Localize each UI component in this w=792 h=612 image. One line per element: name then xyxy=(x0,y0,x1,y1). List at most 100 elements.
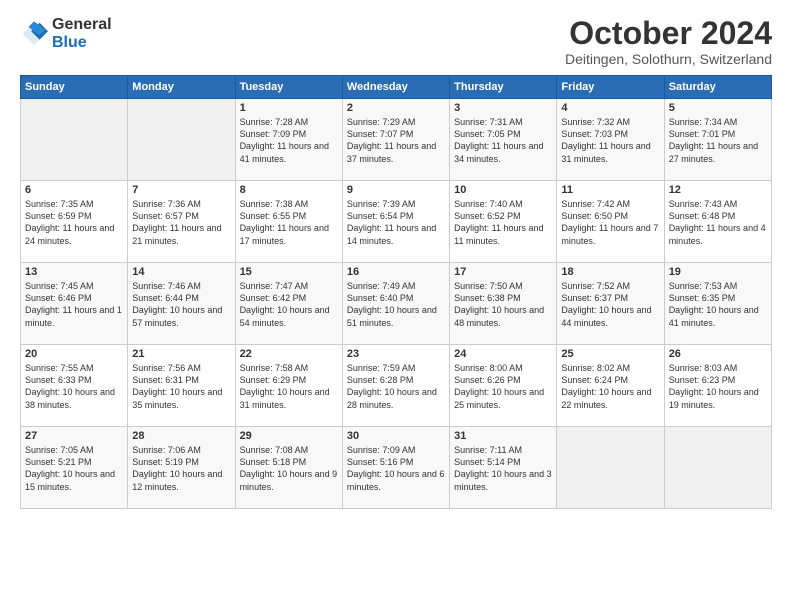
day-info: Sunrise: 7:09 AM Sunset: 5:16 PM Dayligh… xyxy=(347,444,445,493)
day-info: Sunrise: 7:38 AM Sunset: 6:55 PM Dayligh… xyxy=(240,198,338,247)
month-title: October 2024 xyxy=(565,16,772,51)
calendar-cell xyxy=(664,427,771,509)
day-number: 7 xyxy=(132,184,230,196)
day-info: Sunrise: 7:42 AM Sunset: 6:50 PM Dayligh… xyxy=(561,198,659,247)
col-sunday: Sunday xyxy=(21,76,128,99)
calendar-cell: 5Sunrise: 7:34 AM Sunset: 7:01 PM Daylig… xyxy=(664,99,771,181)
day-info: Sunrise: 7:45 AM Sunset: 6:46 PM Dayligh… xyxy=(25,280,123,329)
calendar-cell xyxy=(21,99,128,181)
week-row-1: 6 Sunrise: 7:35 AM Sunset: 6:59 PM Daylig… xyxy=(21,181,772,263)
header: General Blue October 2024 Deitingen, Sol… xyxy=(20,16,772,67)
day-info: Sunrise: 7:52 AM Sunset: 6:37 PM Dayligh… xyxy=(561,280,659,329)
day-number: 28 xyxy=(132,430,230,442)
day-number: 22 xyxy=(240,348,338,360)
day-number: 10 xyxy=(454,184,552,196)
day-info: Sunrise: 7:35 AM Sunset: 6:59 PM Dayligh… xyxy=(25,198,123,247)
day-info: Sunrise: 7:56 AM Sunset: 6:31 PM Dayligh… xyxy=(132,362,230,411)
calendar-cell: 31 Sunrise: 7:11 AM Sunset: 5:14 PM Dayli… xyxy=(450,427,557,509)
day-info: Sunrise: 7:31 AM Sunset: 7:05 PM Dayligh… xyxy=(454,116,552,165)
calendar-cell: 3 Sunrise: 7:31 AM Sunset: 7:05 PM Daylig… xyxy=(450,99,557,181)
week-row-3: 20 Sunrise: 7:55 AM Sunset: 6:33 PM Dayli… xyxy=(21,345,772,427)
calendar-cell: 9Sunrise: 7:39 AM Sunset: 6:54 PM Daylig… xyxy=(342,181,449,263)
day-info: Sunrise: 7:32 AM Sunset: 7:03 PM Dayligh… xyxy=(561,116,659,165)
calendar-cell xyxy=(128,99,235,181)
day-info: Sunrise: 7:06 AM Sunset: 5:19 PM Dayligh… xyxy=(132,444,230,493)
col-tuesday: Tuesday xyxy=(235,76,342,99)
day-info: Sunrise: 7:28 AM Sunset: 7:09 PM Dayligh… xyxy=(240,116,338,165)
day-info: Sunrise: 7:29 AM Sunset: 7:07 PM Dayligh… xyxy=(347,116,445,165)
logo-general: General xyxy=(52,16,112,34)
day-info: Sunrise: 7:47 AM Sunset: 6:42 PM Dayligh… xyxy=(240,280,338,329)
day-number: 23 xyxy=(347,348,445,360)
day-info: Sunrise: 8:02 AM Sunset: 6:24 PM Dayligh… xyxy=(561,362,659,411)
day-info: Sunrise: 8:00 AM Sunset: 6:26 PM Dayligh… xyxy=(454,362,552,411)
calendar-cell: 10 Sunrise: 7:40 AM Sunset: 6:52 PM Dayli… xyxy=(450,181,557,263)
day-number: 1 xyxy=(240,102,338,114)
day-number: 2 xyxy=(347,102,445,114)
calendar-cell: 11 Sunrise: 7:42 AM Sunset: 6:50 PM Dayli… xyxy=(557,181,664,263)
calendar-cell: 17 Sunrise: 7:50 AM Sunset: 6:38 PM Dayli… xyxy=(450,263,557,345)
day-info: Sunrise: 7:50 AM Sunset: 6:38 PM Dayligh… xyxy=(454,280,552,329)
calendar-cell xyxy=(557,427,664,509)
day-number: 14 xyxy=(132,266,230,278)
day-number: 17 xyxy=(454,266,552,278)
day-info: Sunrise: 7:58 AM Sunset: 6:29 PM Dayligh… xyxy=(240,362,338,411)
calendar-cell: 16 Sunrise: 7:49 AM Sunset: 6:40 PM Dayli… xyxy=(342,263,449,345)
day-number: 6 xyxy=(25,184,123,196)
calendar-cell: 28 Sunrise: 7:06 AM Sunset: 5:19 PM Dayli… xyxy=(128,427,235,509)
calendar-cell: 12 Sunrise: 7:43 AM Sunset: 6:48 PM Dayli… xyxy=(664,181,771,263)
day-info: Sunrise: 8:03 AM Sunset: 6:23 PM Dayligh… xyxy=(669,362,767,411)
day-number: 25 xyxy=(561,348,659,360)
day-number: 30 xyxy=(347,430,445,442)
col-monday: Monday xyxy=(128,76,235,99)
calendar-cell: 25 Sunrise: 8:02 AM Sunset: 6:24 PM Dayli… xyxy=(557,345,664,427)
calendar-cell: 1 Sunrise: 7:28 AM Sunset: 7:09 PM Daylig… xyxy=(235,99,342,181)
day-info: Sunrise: 7:40 AM Sunset: 6:52 PM Dayligh… xyxy=(454,198,552,247)
logo-icon xyxy=(20,20,48,48)
day-number: 12 xyxy=(669,184,767,196)
calendar-cell: 30 Sunrise: 7:09 AM Sunset: 5:16 PM Dayli… xyxy=(342,427,449,509)
day-number: 13 xyxy=(25,266,123,278)
calendar-cell: 15Sunrise: 7:47 AM Sunset: 6:42 PM Dayli… xyxy=(235,263,342,345)
day-number: 18 xyxy=(561,266,659,278)
day-number: 16 xyxy=(347,266,445,278)
week-row-4: 27Sunrise: 7:05 AM Sunset: 5:21 PM Dayli… xyxy=(21,427,772,509)
calendar-cell: 29 Sunrise: 7:08 AM Sunset: 5:18 PM Dayli… xyxy=(235,427,342,509)
day-info: Sunrise: 7:05 AM Sunset: 5:21 PM Dayligh… xyxy=(25,444,123,493)
day-info: Sunrise: 7:34 AM Sunset: 7:01 PM Dayligh… xyxy=(669,116,767,165)
col-thursday: Thursday xyxy=(450,76,557,99)
day-info: Sunrise: 7:53 AM Sunset: 6:35 PM Dayligh… xyxy=(669,280,767,329)
day-number: 21 xyxy=(132,348,230,360)
calendar-cell: 22 Sunrise: 7:58 AM Sunset: 6:29 PM Dayli… xyxy=(235,345,342,427)
day-number: 29 xyxy=(240,430,338,442)
day-number: 31 xyxy=(454,430,552,442)
day-info: Sunrise: 7:46 AM Sunset: 6:44 PM Dayligh… xyxy=(132,280,230,329)
day-info: Sunrise: 7:08 AM Sunset: 5:18 PM Dayligh… xyxy=(240,444,338,493)
day-number: 20 xyxy=(25,348,123,360)
day-info: Sunrise: 7:55 AM Sunset: 6:33 PM Dayligh… xyxy=(25,362,123,411)
day-number: 24 xyxy=(454,348,552,360)
day-info: Sunrise: 7:36 AM Sunset: 6:57 PM Dayligh… xyxy=(132,198,230,247)
calendar-cell: 6 Sunrise: 7:35 AM Sunset: 6:59 PM Daylig… xyxy=(21,181,128,263)
calendar-cell: 19 Sunrise: 7:53 AM Sunset: 6:35 PM Dayli… xyxy=(664,263,771,345)
col-friday: Friday xyxy=(557,76,664,99)
day-number: 8 xyxy=(240,184,338,196)
calendar-cell: 23Sunrise: 7:59 AM Sunset: 6:28 PM Dayli… xyxy=(342,345,449,427)
logo-text: General Blue xyxy=(52,16,112,51)
day-info: Sunrise: 7:39 AM Sunset: 6:54 PM Dayligh… xyxy=(347,198,445,247)
calendar-cell: 4Sunrise: 7:32 AM Sunset: 7:03 PM Daylig… xyxy=(557,99,664,181)
day-number: 3 xyxy=(454,102,552,114)
day-info: Sunrise: 7:43 AM Sunset: 6:48 PM Dayligh… xyxy=(669,198,767,247)
day-info: Sunrise: 7:11 AM Sunset: 5:14 PM Dayligh… xyxy=(454,444,552,493)
calendar-cell: 24 Sunrise: 8:00 AM Sunset: 6:26 PM Dayli… xyxy=(450,345,557,427)
day-number: 19 xyxy=(669,266,767,278)
calendar-cell: 8 Sunrise: 7:38 AM Sunset: 6:55 PM Daylig… xyxy=(235,181,342,263)
calendar-cell: 14 Sunrise: 7:46 AM Sunset: 6:44 PM Dayli… xyxy=(128,263,235,345)
day-info: Sunrise: 7:49 AM Sunset: 6:40 PM Dayligh… xyxy=(347,280,445,329)
location: Deitingen, Solothurn, Switzerland xyxy=(565,51,772,67)
day-number: 11 xyxy=(561,184,659,196)
calendar-cell: 20 Sunrise: 7:55 AM Sunset: 6:33 PM Dayli… xyxy=(21,345,128,427)
title-block: October 2024 Deitingen, Solothurn, Switz… xyxy=(565,16,772,67)
calendar-cell: 27Sunrise: 7:05 AM Sunset: 5:21 PM Dayli… xyxy=(21,427,128,509)
day-number: 26 xyxy=(669,348,767,360)
